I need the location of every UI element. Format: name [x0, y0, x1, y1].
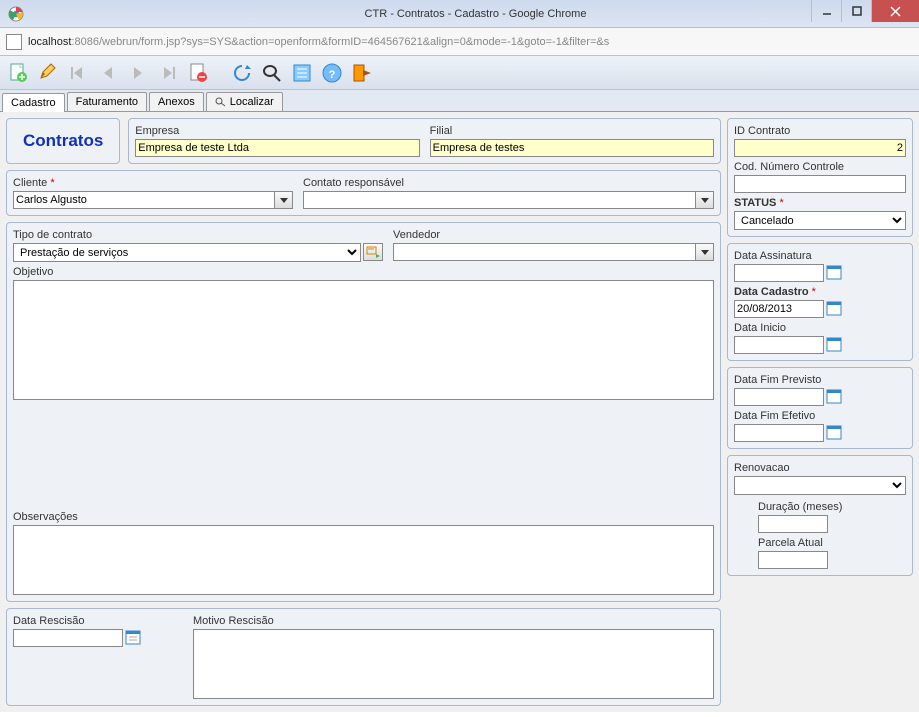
renovacao-field[interactable]	[734, 476, 906, 495]
data-assinatura-field[interactable]	[734, 264, 824, 282]
first-record-icon[interactable]	[66, 61, 90, 85]
contato-field[interactable]	[303, 191, 696, 209]
search-icon[interactable]	[260, 61, 284, 85]
empresa-label: Empresa	[135, 125, 419, 137]
minimize-button[interactable]	[811, 0, 841, 22]
status-field[interactable]: Cancelado	[734, 211, 906, 230]
tab-anexos[interactable]: Anexos	[149, 92, 204, 111]
new-record-icon[interactable]	[6, 61, 30, 85]
observacoes-label: Observações	[13, 511, 714, 523]
data-cadastro-label: Data Cadastro *	[734, 286, 906, 298]
vendedor-field[interactable]	[393, 243, 696, 261]
vendedor-label: Vendedor	[393, 229, 714, 241]
parcela-field[interactable]	[758, 551, 828, 569]
form-title-box: Contratos	[6, 118, 120, 164]
data-assinatura-label: Data Assinatura	[734, 250, 906, 262]
window-titlebar: CTR - Contratos - Cadastro - Google Chro…	[0, 0, 919, 28]
tipo-lookup-icon[interactable]	[363, 243, 383, 261]
data-fim-efetivo-label: Data Fim Efetivo	[734, 410, 906, 422]
motivo-rescisao-label: Motivo Rescisão	[193, 615, 714, 627]
calendar-icon[interactable]	[826, 388, 842, 404]
data-fim-previsto-label: Data Fim Previsto	[734, 374, 906, 386]
calendar-icon[interactable]	[826, 300, 842, 316]
last-record-icon[interactable]	[156, 61, 180, 85]
form-toolbar: ?	[0, 56, 919, 90]
data-rescisao-label: Data Rescisão	[13, 615, 183, 627]
id-contrato-field	[734, 139, 906, 157]
refresh-icon[interactable]	[230, 61, 254, 85]
tab-faturamento[interactable]: Faturamento	[67, 92, 147, 111]
tipo-field[interactable]: Prestação de serviços	[13, 243, 361, 262]
parcela-label: Parcela Atual	[758, 537, 906, 549]
edit-icon[interactable]	[36, 61, 60, 85]
delete-icon[interactable]	[186, 61, 210, 85]
motivo-rescisao-field[interactable]	[193, 629, 714, 699]
objetivo-label: Objetivo	[13, 266, 714, 278]
calendar-icon[interactable]	[826, 424, 842, 440]
tab-bar: Cadastro Faturamento Anexos Localizar	[0, 90, 919, 112]
status-label: STATUS *	[734, 197, 906, 209]
contato-dropdown-icon[interactable]	[696, 191, 714, 209]
data-inicio-field[interactable]	[734, 336, 824, 354]
log-icon[interactable]	[290, 61, 314, 85]
observacoes-field[interactable]	[13, 525, 714, 595]
renovacao-label: Renovacao	[734, 462, 906, 474]
cod-controle-label: Cod. Número Controle	[734, 161, 906, 173]
svg-text:?: ?	[329, 69, 336, 81]
duracao-field[interactable]	[758, 515, 828, 533]
vendedor-dropdown-icon[interactable]	[696, 243, 714, 261]
filial-field	[430, 139, 714, 157]
cod-controle-field[interactable]	[734, 175, 906, 193]
data-cadastro-field[interactable]	[734, 300, 824, 318]
calendar-icon[interactable]	[826, 336, 842, 352]
contato-label: Contato responsável	[303, 177, 714, 189]
duracao-label: Duração (meses)	[758, 501, 906, 513]
maximize-button[interactable]	[841, 0, 871, 22]
find-icon	[215, 97, 227, 107]
url-text: localhost:8086/webrun/form.jsp?sys=SYS&a…	[28, 36, 609, 48]
tab-cadastro[interactable]: Cadastro	[2, 93, 65, 112]
prev-record-icon[interactable]	[96, 61, 120, 85]
tab-localizar[interactable]: Localizar	[206, 92, 283, 111]
form-title: Contratos	[23, 131, 103, 151]
page-icon	[6, 34, 22, 50]
close-button[interactable]	[871, 0, 919, 22]
window-title: CTR - Contratos - Cadastro - Google Chro…	[32, 8, 919, 20]
tipo-label: Tipo de contrato	[13, 229, 383, 241]
cliente-label: Cliente *	[13, 177, 293, 189]
data-fim-previsto-field[interactable]	[734, 388, 824, 406]
cliente-dropdown-icon[interactable]	[275, 191, 293, 209]
data-fim-efetivo-field[interactable]	[734, 424, 824, 442]
next-record-icon[interactable]	[126, 61, 150, 85]
chrome-icon	[8, 6, 24, 22]
form-content: Contratos Empresa Filial	[0, 112, 919, 712]
help-icon[interactable]: ?	[320, 61, 344, 85]
id-contrato-label: ID Contrato	[734, 125, 906, 137]
cliente-field[interactable]	[13, 191, 275, 209]
calendar-icon[interactable]	[826, 264, 842, 280]
filial-label: Filial	[430, 125, 714, 137]
data-inicio-label: Data Inicio	[734, 322, 906, 334]
empresa-field	[135, 139, 419, 157]
data-rescisao-field[interactable]	[13, 629, 123, 647]
objetivo-field[interactable]	[13, 280, 714, 400]
address-bar[interactable]: localhost:8086/webrun/form.jsp?sys=SYS&a…	[0, 28, 919, 56]
exit-icon[interactable]	[350, 61, 374, 85]
calendar-icon[interactable]	[125, 629, 141, 645]
